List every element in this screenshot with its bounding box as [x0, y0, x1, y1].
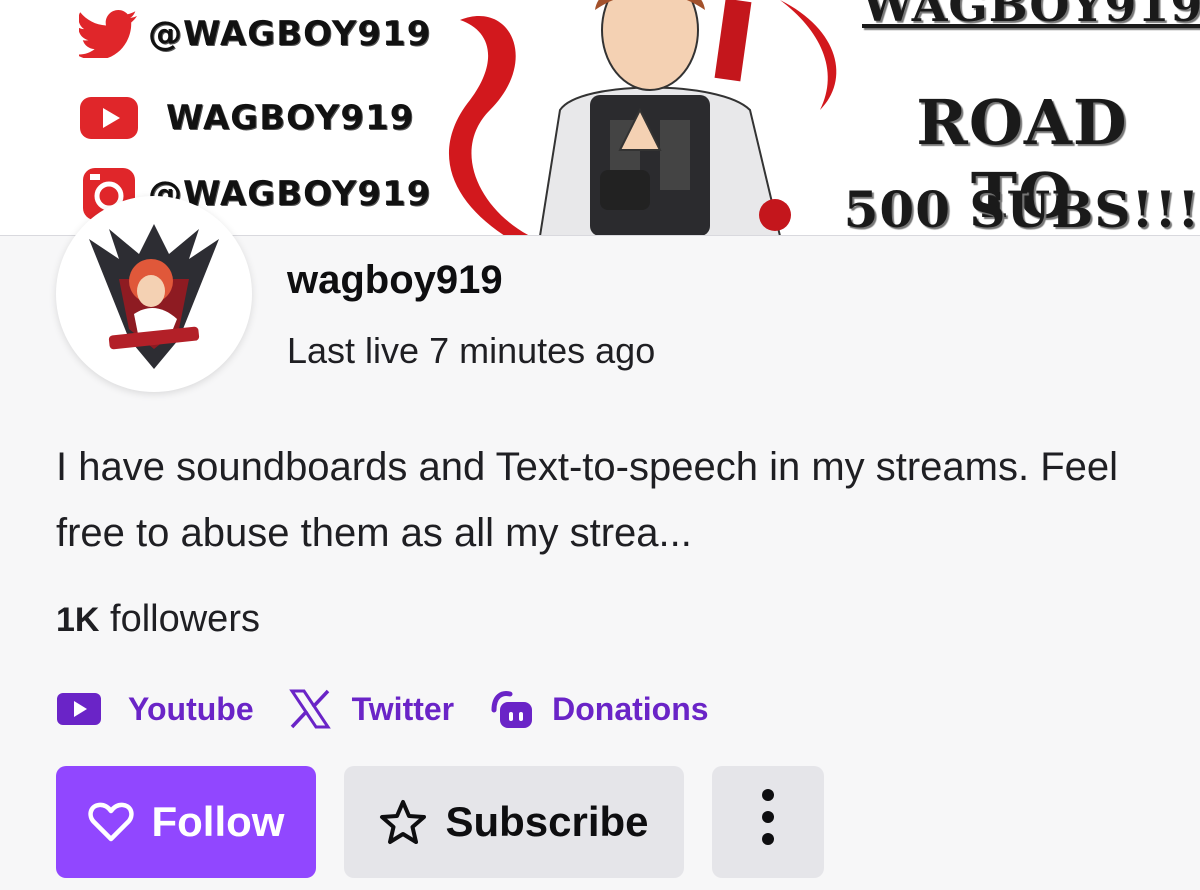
channel-avatar[interactable] — [56, 196, 252, 392]
link-twitter-label: Twitter — [351, 690, 455, 727]
link-twitter[interactable]: Twitter — [288, 687, 455, 731]
youtube-icon — [56, 687, 106, 731]
streamlabs-icon — [488, 687, 538, 731]
last-live-status: Last live 7 minutes ago — [287, 330, 656, 371]
vertical-dots-icon — [758, 787, 778, 857]
banner-twitter-handle: @WAGBOY919 — [148, 14, 432, 54]
channel-bio: I have soundboards and Text-to-speech in… — [56, 445, 1119, 555]
youtube-icon — [78, 93, 140, 143]
subscribe-label: Subscribe — [445, 798, 649, 845]
banner-youtube-handle: WAGBOY919 — [166, 98, 415, 138]
channel-name[interactable]: wagboy919 — [287, 258, 503, 303]
follow-label: Follow — [151, 798, 285, 845]
heart-icon — [87, 801, 134, 843]
social-links: Youtube Twitter Donations — [56, 686, 743, 732]
followers-label: followers — [110, 598, 260, 640]
link-donations[interactable]: Donations — [488, 687, 709, 731]
banner-twitter-row: @WAGBOY919 — [78, 6, 431, 62]
link-youtube[interactable]: Youtube — [56, 687, 254, 731]
follow-button[interactable]: Follow — [56, 766, 316, 878]
link-donations-label: Donations — [552, 690, 709, 727]
link-youtube-label: Youtube — [128, 690, 254, 727]
subscribe-button[interactable]: Subscribe — [344, 766, 684, 878]
banner-youtube-row: WAGBOY919 — [78, 90, 414, 146]
more-options-button[interactable] — [712, 766, 824, 878]
star-icon — [379, 799, 427, 845]
followers-count: 1K followers — [56, 598, 260, 641]
avatar-emblem — [89, 224, 219, 369]
banner-character-art — [448, 0, 837, 235]
followers-number: 1K — [56, 601, 100, 639]
banner-subs-goal: 500 SUBS!!! — [843, 180, 1200, 236]
banner-channel-name: WAGBOY919 — [862, 0, 1200, 32]
x-logo-icon — [288, 687, 338, 731]
twitter-bird-icon — [78, 9, 140, 59]
